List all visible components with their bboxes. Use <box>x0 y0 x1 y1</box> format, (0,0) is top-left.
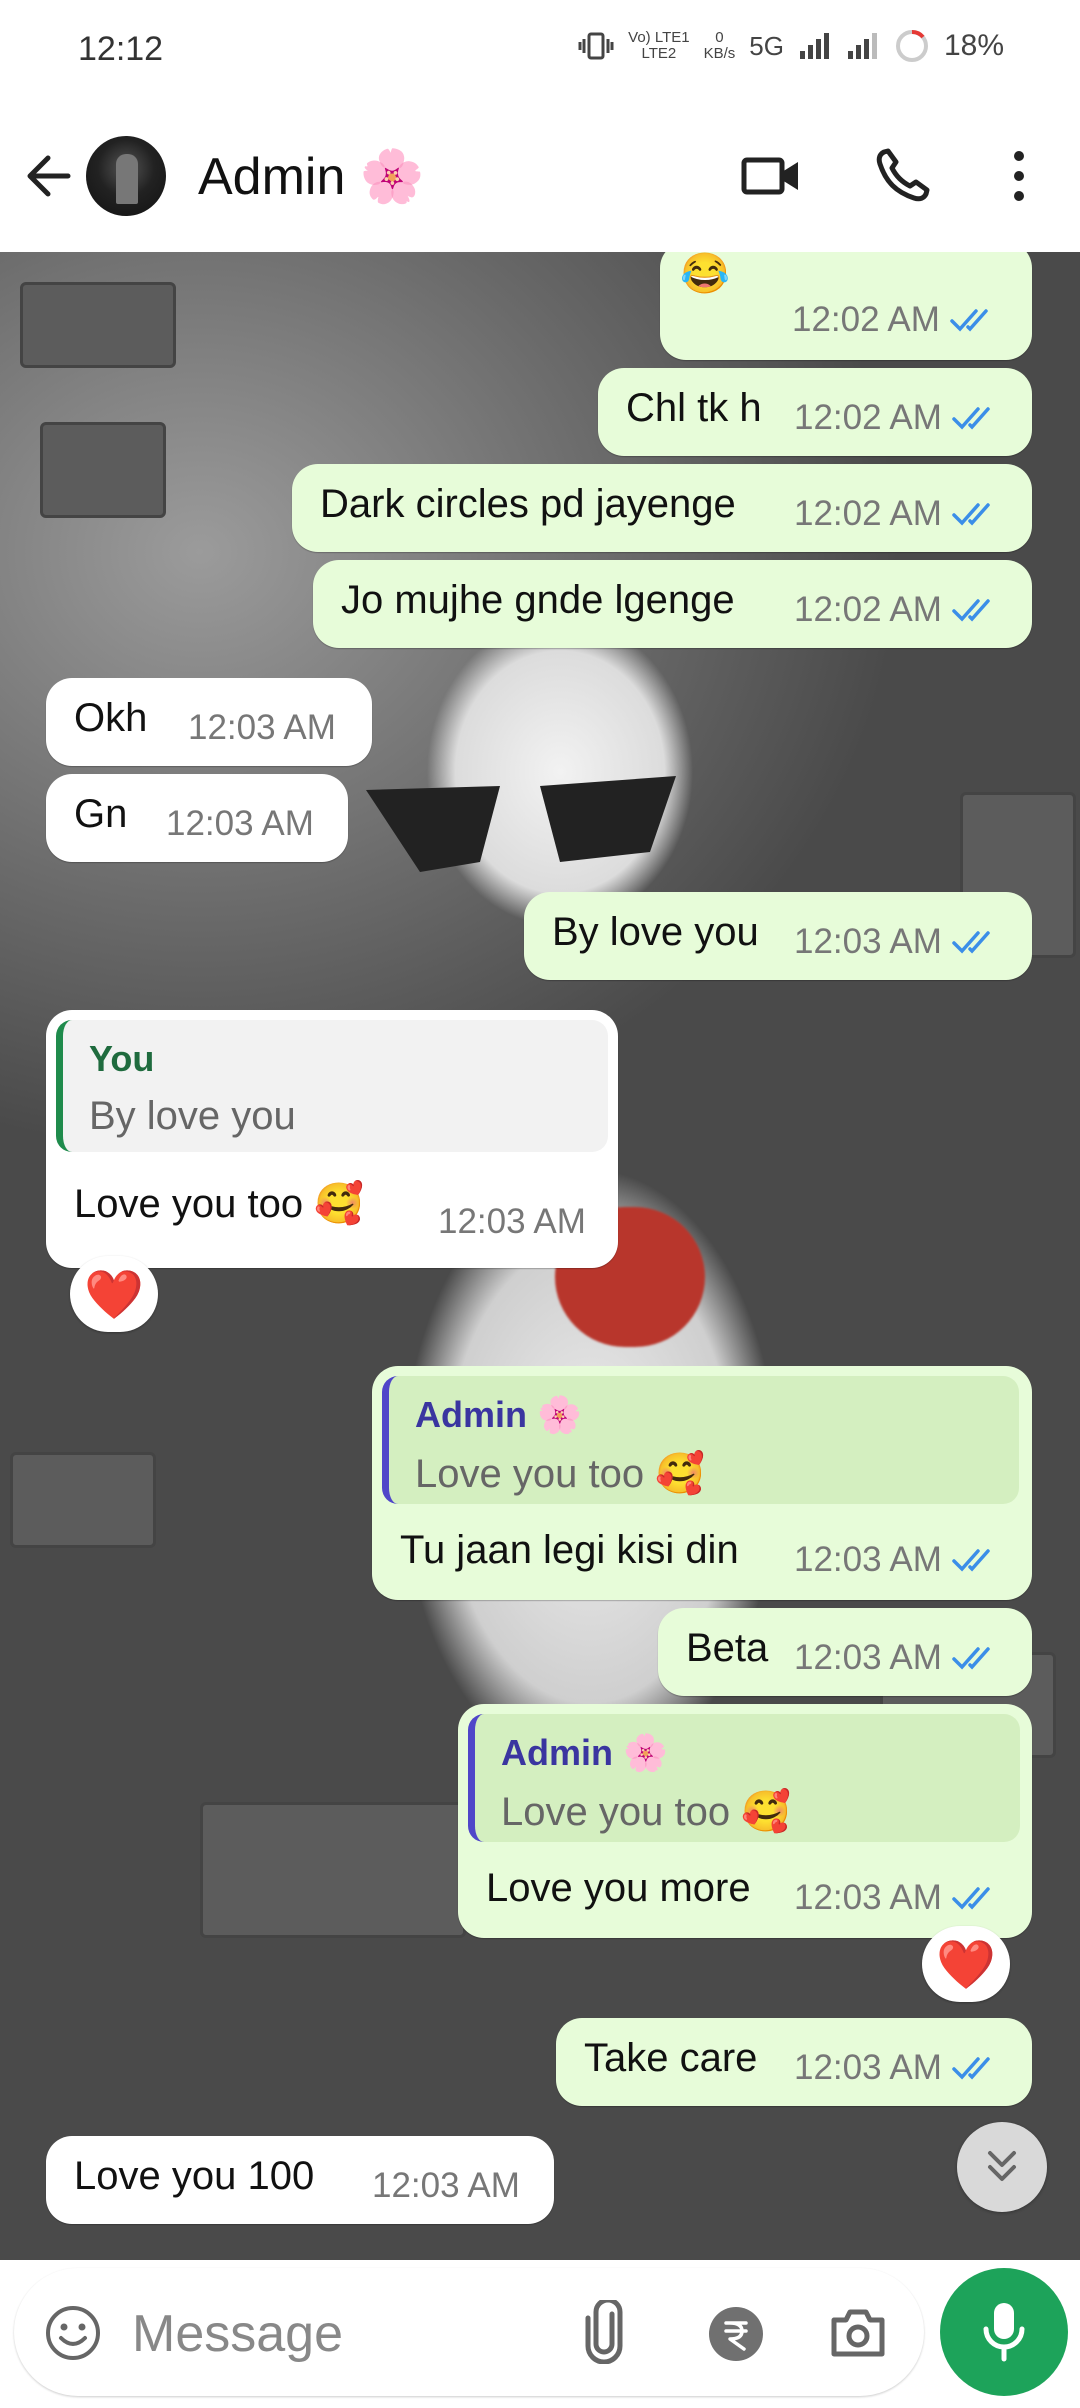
outgoing-message[interactable]: Jo mujhe gnde lgenge 12:02 AM <box>313 560 1032 648</box>
signal-icon-2 <box>847 33 877 59</box>
voice-record-button[interactable] <box>940 2268 1068 2396</box>
status-bar: 12:12 Vo) LTE1 LTE2 0 KB/s 5G 18% <box>0 0 1080 100</box>
outgoing-message[interactable]: Chl tk h 12:02 AM <box>598 368 1032 456</box>
message-input[interactable]: Message <box>132 2304 343 2364</box>
read-receipt-icon <box>952 2057 990 2080</box>
quoted-sender: Admin 🌸 <box>415 1394 582 1435</box>
message-text: Dark circles pd jayenge <box>320 482 736 526</box>
wallpaper-brick <box>10 1452 156 1548</box>
quoted-text: Love you too 🥰 <box>415 1452 705 1496</box>
read-receipt-icon <box>952 599 990 622</box>
read-receipt-icon <box>952 1647 990 1670</box>
wallpaper-sunglasses <box>366 776 676 872</box>
quoted-sender: You <box>89 1038 155 1079</box>
outgoing-message[interactable]: 😂 12:02 AM <box>660 252 1032 360</box>
outgoing-message[interactable]: Admin 🌸 Love you too 🥰 Tu jaan legi kisi… <box>372 1366 1032 1600</box>
message-text: Love you too 🥰 <box>74 1182 364 1226</box>
network-label: Vo) LTE1 LTE2 <box>628 29 690 62</box>
incoming-message[interactable]: Okh 12:03 AM <box>46 678 372 766</box>
chat-header: Admin 🌸 <box>0 100 1080 253</box>
signal-icon <box>799 33 829 59</box>
wallpaper-brick <box>200 1802 466 1938</box>
scroll-to-bottom-button[interactable] <box>957 2122 1047 2212</box>
outgoing-message[interactable]: Take care 12:03 AM <box>556 2018 1032 2106</box>
attach-icon[interactable] <box>582 2300 632 2364</box>
incoming-message[interactable]: Love you 100 12:03 AM <box>46 2136 554 2224</box>
contact-name[interactable]: Admin 🌸 <box>198 146 425 207</box>
wallpaper-brick <box>40 422 166 518</box>
message-text: Okh <box>74 696 148 740</box>
read-receipt-icon <box>952 503 990 526</box>
reaction-heart[interactable]: ❤️ <box>922 1926 1010 2002</box>
message-meta: 12:03 AM <box>188 708 336 747</box>
outgoing-message[interactable]: By love you 12:03 AM <box>524 892 1032 980</box>
message-meta: 12:02 AM <box>794 398 998 438</box>
quoted-text: Love you too 🥰 <box>501 1790 791 1834</box>
message-text: Beta <box>686 1626 769 1670</box>
message-text: Tu jaan legi kisi din <box>400 1528 739 1572</box>
message-meta: 12:03 AM <box>794 1878 998 1918</box>
message-meta: 12:02 AM <box>794 494 998 534</box>
back-arrow-icon[interactable] <box>18 148 74 204</box>
microphone-icon <box>983 2303 1025 2362</box>
read-receipt-icon <box>952 407 990 430</box>
battery-icon <box>895 30 928 62</box>
battery-percent: 18% <box>943 29 1004 62</box>
emoji-icon[interactable] <box>44 2304 102 2362</box>
message-meta: 12:03 AM <box>372 2166 520 2205</box>
message-meta: 12:03 AM <box>794 922 998 962</box>
more-options-icon[interactable] <box>987 144 1051 208</box>
vibrate-icon <box>578 32 614 60</box>
contact-avatar[interactable] <box>86 136 166 216</box>
message-composer[interactable]: Message <box>14 2268 924 2396</box>
outgoing-message[interactable]: Beta 12:03 AM <box>658 1608 1032 1696</box>
outgoing-message[interactable]: Dark circles pd jayenge 12:02 AM <box>292 464 1032 552</box>
quoted-text: By love you <box>89 1094 296 1138</box>
read-receipt-icon <box>952 1549 990 1572</box>
video-call-icon[interactable] <box>738 144 802 208</box>
message-text: By love you <box>552 910 759 954</box>
read-receipt-icon <box>950 309 988 332</box>
message-text: Jo mujhe gnde lgenge <box>341 578 735 622</box>
status-time: 12:12 <box>78 30 164 68</box>
outgoing-message[interactable]: Admin 🌸 Love you too 🥰 Love you more 12:… <box>458 1704 1032 1938</box>
message-meta: 12:03 AM <box>166 804 314 843</box>
quoted-message[interactable]: Admin 🌸 Love you too 🥰 <box>468 1714 1020 1842</box>
incoming-message[interactable]: Gn 12:03 AM <box>46 774 348 862</box>
reaction-heart[interactable]: ❤️ <box>70 1256 158 1332</box>
double-chevron-down-icon <box>988 2151 1016 2181</box>
payment-rupee-icon[interactable] <box>708 2306 764 2362</box>
quoted-message[interactable]: Admin 🌸 Love you too 🥰 <box>382 1376 1019 1504</box>
message-meta: 12:03 AM <box>794 1540 998 1580</box>
message-text: 😂 <box>680 252 730 296</box>
message-meta: 12:03 AM <box>794 2048 998 2088</box>
read-receipt-icon <box>952 931 990 954</box>
incoming-message[interactable]: You By love you Love you too 🥰 12:03 AM <box>46 1010 618 1268</box>
message-meta: 12:03 AM <box>794 1638 998 1678</box>
voice-call-icon[interactable] <box>870 144 934 208</box>
message-text: Love you more <box>486 1866 751 1910</box>
wallpaper-brick <box>20 282 176 368</box>
message-text: Take care <box>584 2036 758 2080</box>
message-text: Gn <box>74 792 128 836</box>
message-meta: 12:03 AM <box>438 1202 586 1241</box>
read-receipt-icon <box>952 1887 990 1910</box>
chat-area[interactable]: 😂 12:02 AM Chl tk h 12:02 AM Dark circle… <box>0 252 1080 2260</box>
message-text: Love you 100 <box>74 2154 315 2198</box>
camera-icon[interactable] <box>828 2306 888 2360</box>
quoted-message[interactable]: You By love you <box>56 1020 608 1152</box>
data-speed: 0 KB/s <box>703 29 736 62</box>
message-text: Chl tk h <box>626 386 762 430</box>
network-generation: 5G <box>749 30 784 61</box>
status-icons: Vo) LTE1 LTE2 0 KB/s 5G 18% <box>578 28 1004 64</box>
message-meta: 12:02 AM <box>794 590 998 630</box>
message-meta: 12:02 AM <box>792 300 996 340</box>
quoted-sender: Admin 🌸 <box>501 1732 668 1773</box>
